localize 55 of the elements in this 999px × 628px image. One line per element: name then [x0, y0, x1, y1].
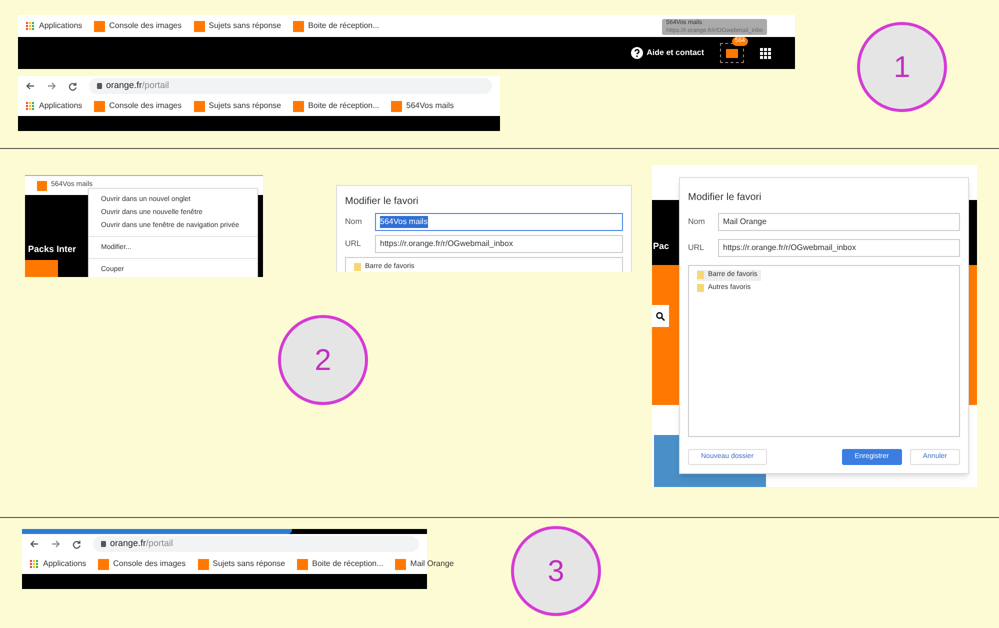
favicon-icon: [98, 558, 110, 570]
apps-grid-icon[interactable]: [760, 48, 771, 58]
bookmark-item[interactable]: Console des images: [94, 20, 182, 32]
apps-grid-icon: [26, 22, 35, 30]
bookmark-item[interactable]: Console des images: [94, 100, 182, 112]
favicon-icon: [297, 558, 308, 570]
text-field[interactable]: https://r.orange.fr/r/OGwebmail_inbox: [718, 239, 960, 257]
favicon-icon: [395, 558, 406, 570]
dialog-title: Modifier le favori: [345, 195, 420, 209]
bookmark-item[interactable]: Sujets sans réponse: [194, 20, 282, 32]
page-heading: Pac: [653, 240, 670, 253]
folder-icon: [354, 263, 361, 272]
search-icon: [656, 312, 665, 320]
bookmark-item[interactable]: Mail Orange: [395, 558, 454, 570]
address-bar[interactable]: orange.fr/portail: [89, 78, 492, 94]
favicon-icon: [94, 20, 106, 32]
reload-icon[interactable]: [72, 540, 81, 548]
favicon-icon: [198, 558, 209, 570]
page-heading: Packs Inter: [28, 243, 76, 256]
apps-grid-icon: [30, 560, 39, 568]
reload-icon[interactable]: [68, 82, 77, 90]
dialog-title: Modifier le favori: [688, 191, 762, 205]
favicon-icon: [293, 20, 304, 32]
bookmark-item[interactable]: 564Vos mails: [391, 100, 454, 112]
favicon-icon: [37, 180, 47, 190]
forward-arrow-icon[interactable]: [47, 82, 56, 90]
field-label: URL: [688, 242, 706, 254]
text-field[interactable]: 564Vos mails: [375, 213, 623, 231]
favicon-icon: [194, 100, 205, 112]
favicon-icon: [391, 100, 402, 112]
field-label: Nom: [688, 216, 706, 228]
bookmark-item[interactable]: Applications: [26, 100, 82, 112]
help-icon: [630, 47, 643, 59]
page-banner: [25, 260, 58, 277]
bookmark-item[interactable]: Console des images: [98, 558, 186, 570]
bookmark-item[interactable]: Sujets sans réponse: [194, 100, 282, 112]
bookmark-item[interactable]: Applications: [26, 20, 82, 32]
back-arrow-icon[interactable]: [30, 540, 39, 548]
back-arrow-icon[interactable]: [26, 82, 35, 90]
bookmark-item[interactable]: Boite de réception...: [293, 100, 380, 112]
address-bar[interactable]: orange.fr/portail: [93, 536, 419, 552]
text-field[interactable]: Mail Orange: [718, 213, 960, 231]
field-label: URL: [345, 238, 362, 250]
bookmark-item[interactable]: Boite de réception...: [297, 558, 384, 570]
favicon-icon: [293, 100, 304, 112]
forward-arrow-icon[interactable]: [51, 540, 60, 548]
apps-grid-icon: [26, 102, 35, 110]
text-field[interactable]: https://r.orange.fr/r/OGwebmail_inbox: [375, 235, 623, 253]
help-link[interactable]: Aide et contact: [646, 47, 704, 59]
bookmark-item[interactable]: Sujets sans réponse: [198, 558, 286, 570]
bookmark-item[interactable]: Applications: [30, 558, 86, 570]
favicon-icon: [194, 20, 205, 32]
bookmark-item[interactable]: Boite de réception...: [293, 20, 380, 32]
favicon-icon: [94, 100, 106, 112]
field-label: Nom: [345, 216, 363, 228]
